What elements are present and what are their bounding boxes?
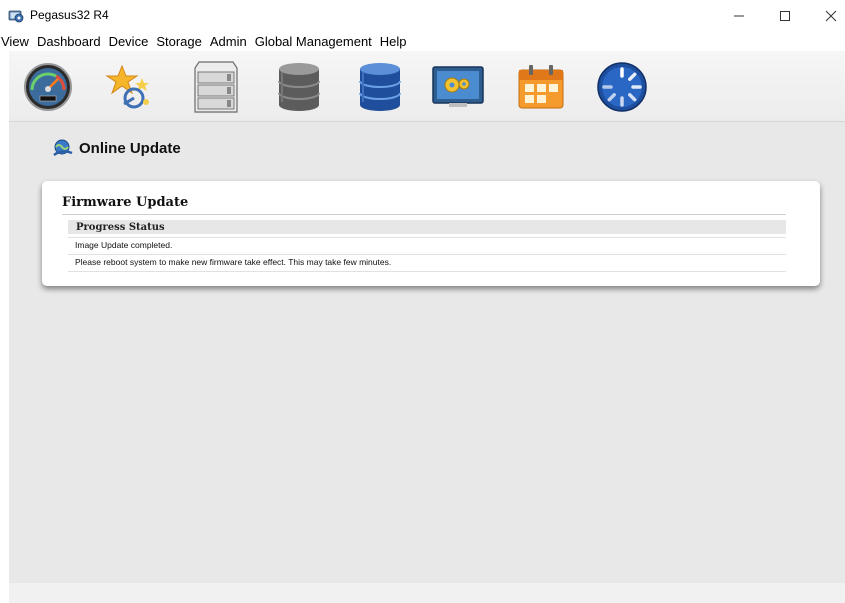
minimize-icon bbox=[734, 15, 744, 17]
row-divider bbox=[68, 271, 786, 272]
drive-enclosure-icon bbox=[194, 61, 238, 113]
menu-device[interactable]: Device bbox=[105, 34, 153, 49]
title-bar: Pegasus32 R4 bbox=[0, 0, 845, 32]
icon-toolbar bbox=[9, 51, 845, 122]
status-message: Image Update completed. bbox=[75, 240, 173, 250]
menu-admin[interactable]: Admin bbox=[206, 34, 251, 49]
close-icon bbox=[825, 10, 837, 22]
menu-bar: View Dashboard Device Storage Admin Glob… bbox=[0, 32, 411, 50]
calendar-icon bbox=[518, 65, 564, 109]
menu-help[interactable]: Help bbox=[376, 34, 411, 49]
schedule-tool-button[interactable] bbox=[514, 60, 568, 114]
maximize-icon bbox=[780, 11, 790, 21]
admin-tool-button[interactable] bbox=[431, 60, 485, 114]
storage-tool-button[interactable] bbox=[272, 60, 326, 114]
divider bbox=[62, 214, 786, 215]
panel-title: Firmware Update bbox=[62, 195, 189, 210]
wizard-stars-icon bbox=[105, 64, 149, 109]
progress-status-header: Progress Status bbox=[68, 220, 786, 234]
disk-stack-gray-icon bbox=[278, 63, 320, 111]
disk-stack-blue-icon bbox=[359, 63, 401, 111]
close-button[interactable] bbox=[808, 0, 845, 32]
status-bar bbox=[9, 583, 845, 603]
row-divider bbox=[68, 237, 786, 238]
main-area: Online Update Firmware Update Progress S… bbox=[9, 51, 845, 583]
maximize-button[interactable] bbox=[762, 0, 808, 32]
progress-status-label: Progress Status bbox=[76, 221, 165, 233]
status-message: Please reboot system to make new firmwar… bbox=[75, 257, 392, 267]
window-title: Pegasus32 R4 bbox=[30, 8, 109, 22]
online-update-icon bbox=[53, 139, 73, 157]
app-monitor-icon bbox=[8, 8, 24, 24]
menu-view[interactable]: View bbox=[0, 34, 33, 49]
menu-dashboard[interactable]: Dashboard bbox=[33, 34, 105, 49]
minimize-button[interactable] bbox=[716, 0, 762, 32]
firmware-update-panel: Firmware Update Progress Status Image Up… bbox=[42, 181, 820, 286]
page-heading: Online Update bbox=[53, 139, 181, 157]
device-tool-button[interactable] bbox=[189, 60, 243, 114]
wizard-tool-button[interactable] bbox=[102, 60, 156, 114]
menu-storage[interactable]: Storage bbox=[152, 34, 206, 49]
dashboard-tool-button[interactable] bbox=[21, 60, 75, 114]
volumes-tool-button[interactable] bbox=[353, 60, 407, 114]
row-divider bbox=[68, 254, 786, 255]
refresh-tool-button[interactable] bbox=[595, 60, 649, 114]
gauge-icon bbox=[24, 63, 72, 111]
monitor-gears-icon bbox=[432, 66, 484, 107]
menu-global-management[interactable]: Global Management bbox=[251, 34, 376, 49]
spinner-icon bbox=[597, 62, 647, 112]
page-title: Online Update bbox=[79, 139, 181, 157]
